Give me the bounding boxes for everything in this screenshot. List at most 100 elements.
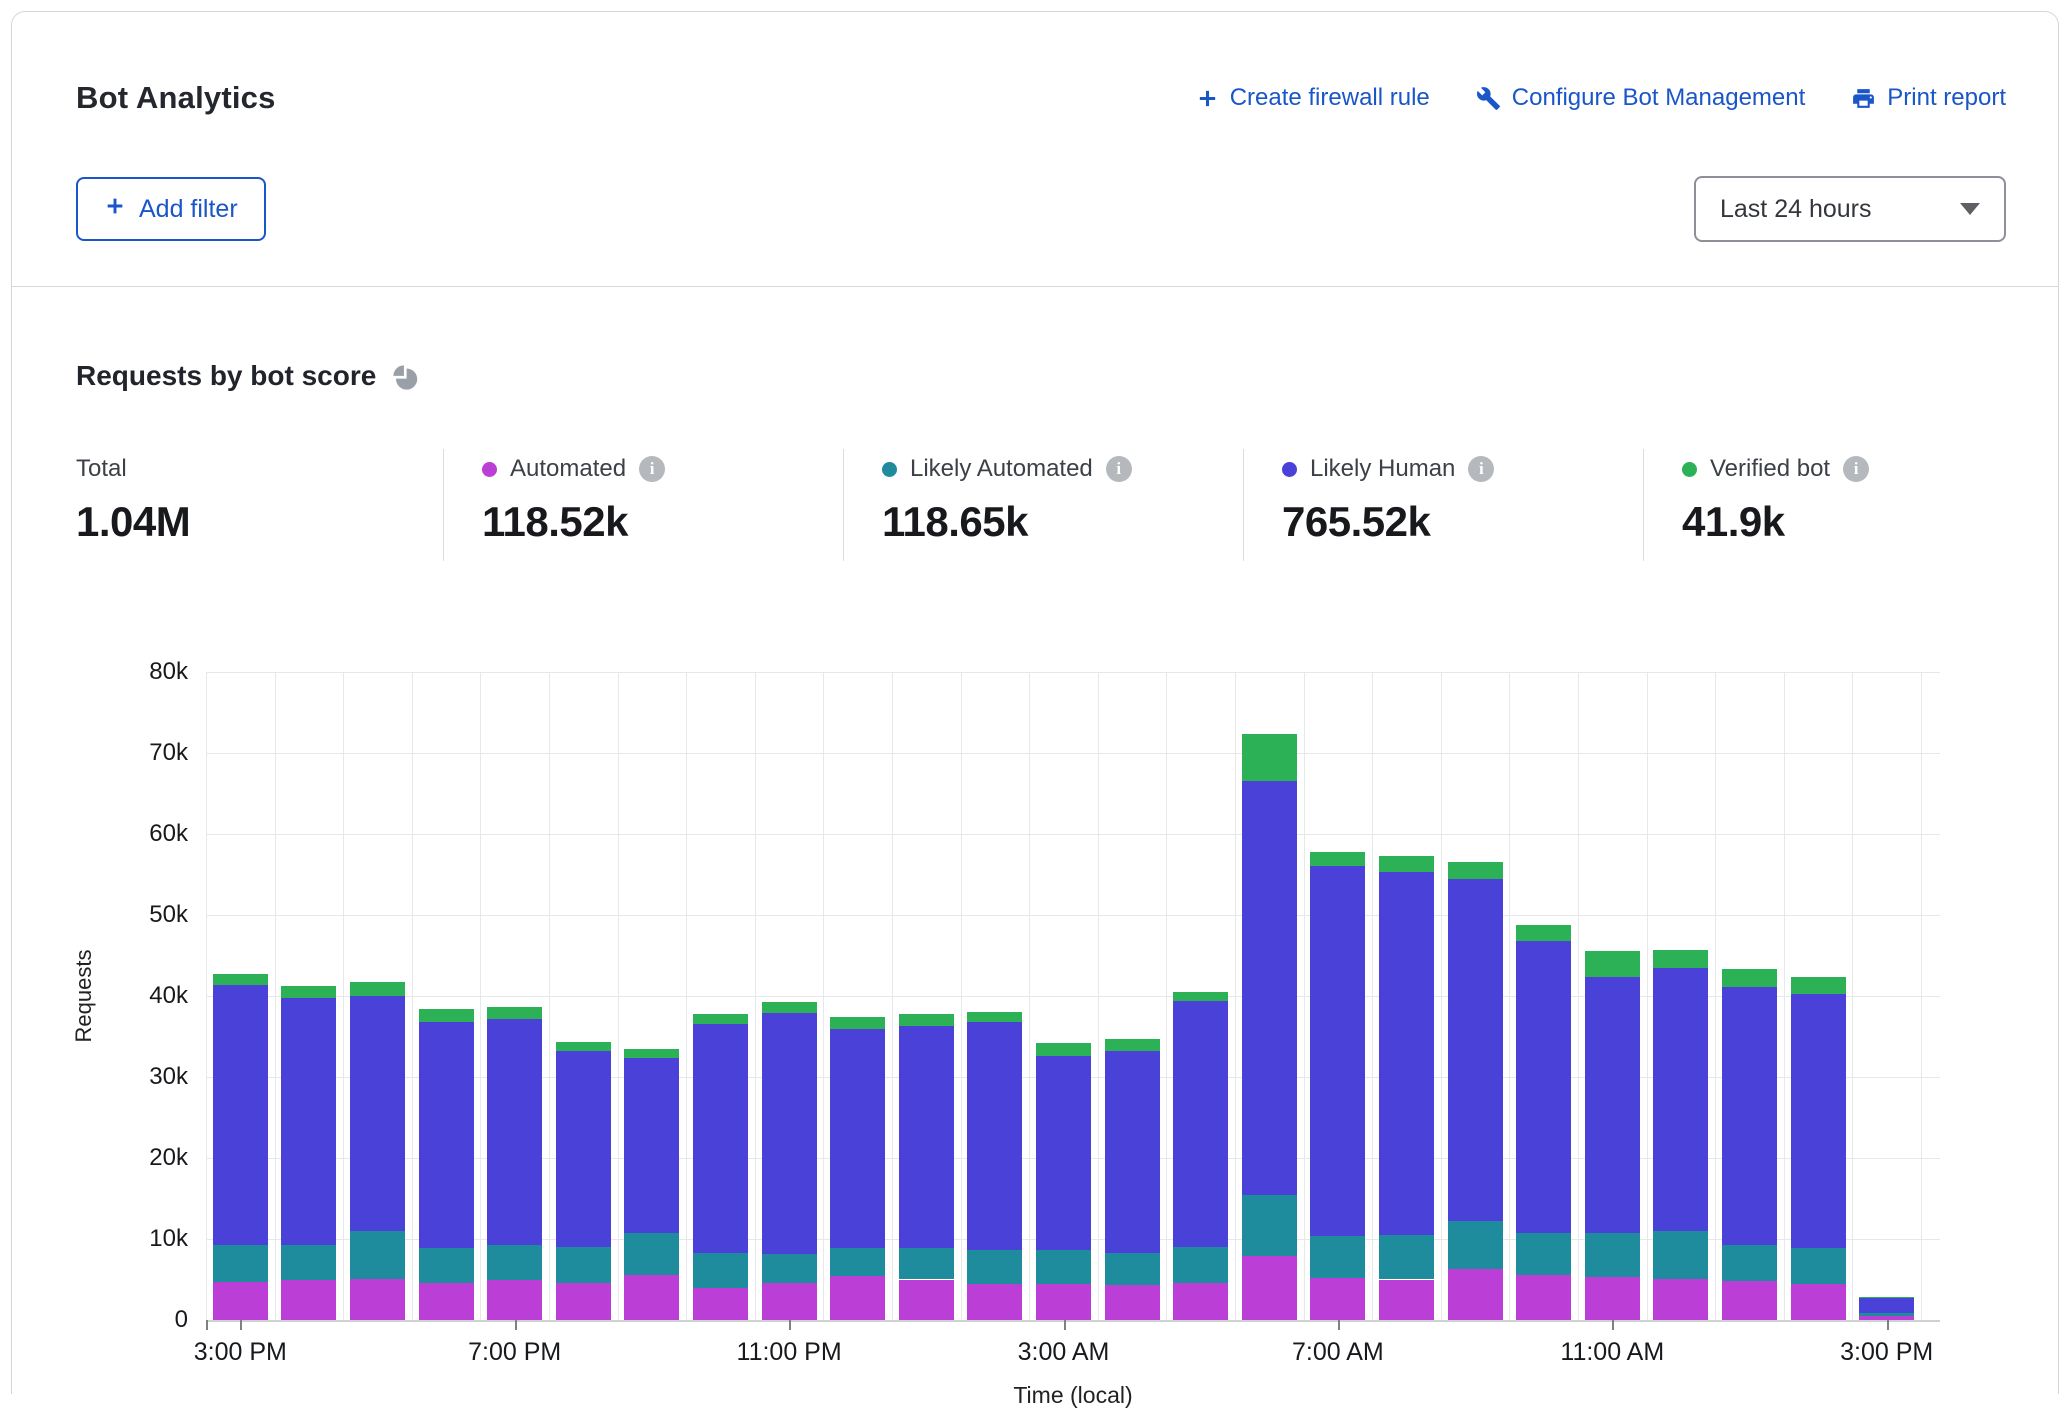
bar-23-likely-human[interactable] xyxy=(1791,994,1846,1248)
bar-20-automated[interactable] xyxy=(1585,1277,1640,1320)
bar-18-automated[interactable] xyxy=(1448,1269,1503,1320)
bar-7-verified-bot[interactable] xyxy=(693,1014,748,1024)
bar-15-likely-human[interactable] xyxy=(1242,781,1297,1196)
bar-1-verified-bot[interactable] xyxy=(281,986,336,998)
bar-13-automated[interactable] xyxy=(1105,1285,1160,1320)
bar-18-verified-bot[interactable] xyxy=(1448,862,1503,878)
bar-13-likely-human[interactable] xyxy=(1105,1051,1160,1253)
bar-22-automated[interactable] xyxy=(1722,1281,1777,1320)
bar-8-likely-automated[interactable] xyxy=(762,1254,817,1283)
bar-13-verified-bot[interactable] xyxy=(1105,1039,1160,1051)
info-icon[interactable]: i xyxy=(1106,456,1132,482)
bar-11-likely-human[interactable] xyxy=(967,1022,1022,1250)
bar-5-automated[interactable] xyxy=(556,1283,611,1320)
bar-7-likely-automated[interactable] xyxy=(693,1253,748,1289)
bar-20-likely-human[interactable] xyxy=(1585,977,1640,1233)
bar-3-likely-human[interactable] xyxy=(419,1022,474,1248)
create-firewall-rule-link[interactable]: Create firewall rule xyxy=(1196,84,1430,112)
bar-8-automated[interactable] xyxy=(762,1283,817,1320)
print-report-link[interactable]: Print report xyxy=(1851,84,2006,112)
bar-0-likely-automated[interactable] xyxy=(213,1245,268,1281)
bar-8-likely-human[interactable] xyxy=(762,1013,817,1254)
bar-14-verified-bot[interactable] xyxy=(1173,992,1228,1001)
bar-24-likely-automated[interactable] xyxy=(1859,1313,1914,1316)
bar-11-verified-bot[interactable] xyxy=(967,1012,1022,1022)
bar-11-likely-automated[interactable] xyxy=(967,1250,1022,1283)
bar-22-likely-human[interactable] xyxy=(1722,987,1777,1245)
bar-22-verified-bot[interactable] xyxy=(1722,969,1777,987)
bar-12-verified-bot[interactable] xyxy=(1036,1043,1091,1056)
bar-19-automated[interactable] xyxy=(1516,1275,1571,1320)
bar-2-automated[interactable] xyxy=(350,1279,405,1320)
bar-15-likely-automated[interactable] xyxy=(1242,1195,1297,1256)
info-icon[interactable]: i xyxy=(1843,456,1869,482)
bar-14-automated[interactable] xyxy=(1173,1283,1228,1320)
bar-3-verified-bot[interactable] xyxy=(419,1009,474,1022)
bar-17-likely-human[interactable] xyxy=(1379,872,1434,1235)
bar-9-likely-automated[interactable] xyxy=(830,1248,885,1276)
bar-19-likely-automated[interactable] xyxy=(1516,1233,1571,1274)
bar-13-likely-automated[interactable] xyxy=(1105,1253,1160,1285)
bar-10-automated[interactable] xyxy=(899,1280,954,1321)
bar-4-verified-bot[interactable] xyxy=(487,1007,542,1020)
bar-4-likely-automated[interactable] xyxy=(487,1245,542,1281)
bar-17-verified-bot[interactable] xyxy=(1379,856,1434,872)
bar-6-likely-human[interactable] xyxy=(624,1058,679,1234)
bar-6-likely-automated[interactable] xyxy=(624,1233,679,1275)
bar-16-automated[interactable] xyxy=(1310,1278,1365,1320)
bar-7-automated[interactable] xyxy=(693,1288,748,1320)
bar-17-likely-automated[interactable] xyxy=(1379,1235,1434,1280)
bar-7-likely-human[interactable] xyxy=(693,1024,748,1253)
bar-18-likely-automated[interactable] xyxy=(1448,1221,1503,1269)
bar-12-likely-human[interactable] xyxy=(1036,1056,1091,1250)
bar-0-automated[interactable] xyxy=(213,1282,268,1320)
bar-6-automated[interactable] xyxy=(624,1275,679,1320)
bar-23-automated[interactable] xyxy=(1791,1284,1846,1320)
bar-1-automated[interactable] xyxy=(281,1280,336,1320)
add-filter-button[interactable]: Add filter xyxy=(76,177,266,241)
bar-16-likely-automated[interactable] xyxy=(1310,1236,1365,1278)
bar-1-likely-automated[interactable] xyxy=(281,1245,336,1281)
bar-17-automated[interactable] xyxy=(1379,1280,1434,1321)
bar-9-verified-bot[interactable] xyxy=(830,1017,885,1029)
bar-11-automated[interactable] xyxy=(967,1284,1022,1320)
bar-12-likely-automated[interactable] xyxy=(1036,1250,1091,1285)
bar-2-verified-bot[interactable] xyxy=(350,982,405,996)
configure-bot-management-link[interactable]: Configure Bot Management xyxy=(1476,84,1806,112)
bar-20-likely-automated[interactable] xyxy=(1585,1233,1640,1278)
bar-4-likely-human[interactable] xyxy=(487,1019,542,1244)
bar-16-likely-human[interactable] xyxy=(1310,866,1365,1235)
bar-18-likely-human[interactable] xyxy=(1448,879,1503,1222)
bar-10-verified-bot[interactable] xyxy=(899,1014,954,1026)
bar-21-automated[interactable] xyxy=(1653,1279,1708,1320)
time-range-dropdown[interactable]: Last 24 hours xyxy=(1694,176,2006,242)
bar-15-verified-bot[interactable] xyxy=(1242,734,1297,780)
bar-1-likely-human[interactable] xyxy=(281,998,336,1244)
bar-5-likely-human[interactable] xyxy=(556,1051,611,1247)
bar-14-likely-human[interactable] xyxy=(1173,1001,1228,1247)
info-icon[interactable]: i xyxy=(1468,456,1494,482)
bar-3-automated[interactable] xyxy=(419,1283,474,1320)
bar-10-likely-automated[interactable] xyxy=(899,1248,954,1280)
bar-23-likely-automated[interactable] xyxy=(1791,1248,1846,1284)
bar-20-verified-bot[interactable] xyxy=(1585,951,1640,976)
bar-21-verified-bot[interactable] xyxy=(1653,950,1708,969)
bar-4-automated[interactable] xyxy=(487,1280,542,1320)
bar-22-likely-automated[interactable] xyxy=(1722,1245,1777,1281)
bar-9-automated[interactable] xyxy=(830,1276,885,1320)
bar-9-likely-human[interactable] xyxy=(830,1029,885,1248)
bar-0-likely-human[interactable] xyxy=(213,985,268,1245)
bar-0-verified-bot[interactable] xyxy=(213,974,268,985)
bar-14-likely-automated[interactable] xyxy=(1173,1247,1228,1283)
bar-24-verified-bot[interactable] xyxy=(1859,1297,1914,1298)
bar-5-likely-automated[interactable] xyxy=(556,1247,611,1283)
bar-21-likely-automated[interactable] xyxy=(1653,1231,1708,1279)
bar-21-likely-human[interactable] xyxy=(1653,968,1708,1230)
bar-10-likely-human[interactable] xyxy=(899,1026,954,1248)
bar-23-verified-bot[interactable] xyxy=(1791,977,1846,994)
info-icon[interactable]: i xyxy=(639,456,665,482)
bar-6-verified-bot[interactable] xyxy=(624,1049,679,1058)
bar-24-likely-human[interactable] xyxy=(1859,1298,1914,1313)
bar-19-verified-bot[interactable] xyxy=(1516,925,1571,941)
bar-19-likely-human[interactable] xyxy=(1516,941,1571,1233)
